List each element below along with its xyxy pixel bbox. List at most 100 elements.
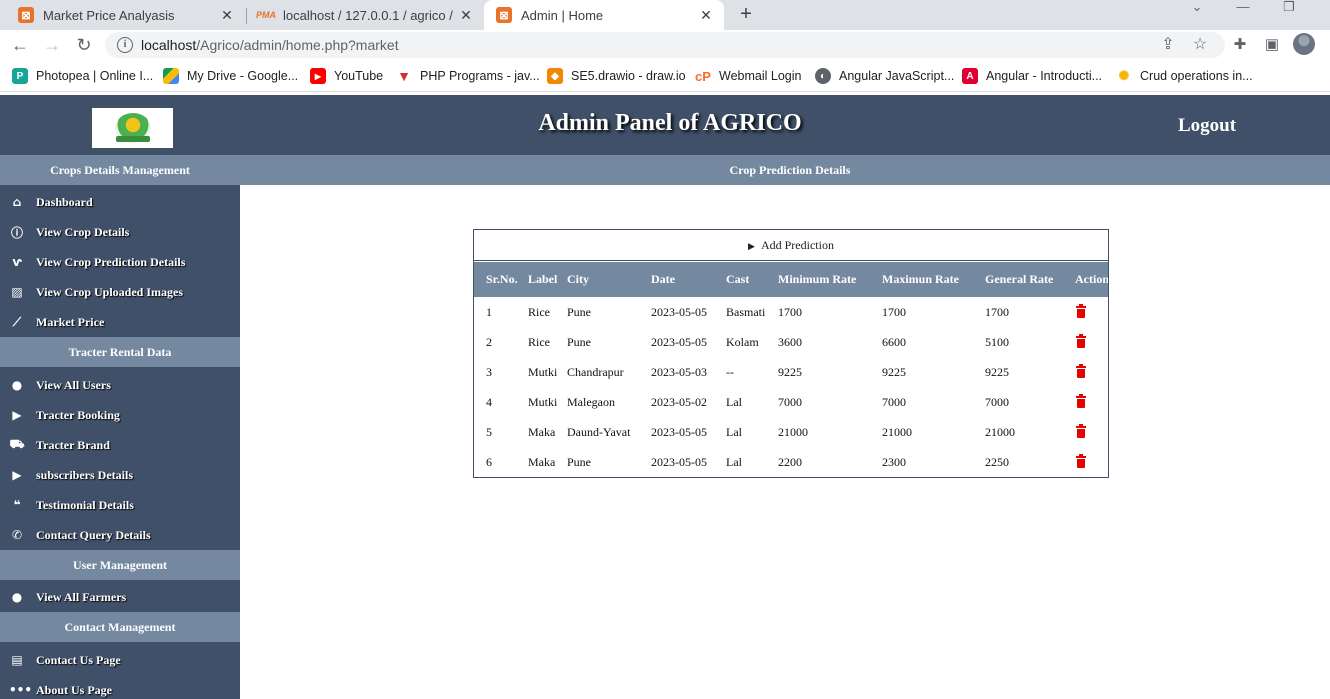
address-bar[interactable]: i localhost/Agrico/admin/home.php?market: [105, 32, 1225, 58]
table-cell: 2023-05-05: [651, 425, 707, 439]
home-icon: ⌂: [12, 195, 22, 209]
sidebar-item-tracter-booking[interactable]: ▶ Tracter Booking: [0, 400, 240, 430]
close-tab-icon[interactable]: ✕: [696, 7, 716, 24]
ellipsis-icon: •••: [9, 683, 33, 697]
site-info-icon[interactable]: i: [117, 37, 133, 53]
table-cell: Maka: [528, 425, 556, 439]
sidebar-item-contact-us[interactable]: ▤ Contact Us Page: [0, 645, 240, 675]
table-cell: 6600: [882, 335, 906, 349]
bookmark-item[interactable]: ✺ Crud operations in...: [1116, 68, 1253, 84]
column-header: Date: [651, 272, 675, 286]
sidebar-item-label: subscribers Details: [36, 467, 133, 482]
back-arrow-icon[interactable]: ←: [8, 33, 32, 57]
sidebar-section-user: User Management: [0, 550, 240, 580]
sidebar-item-label: View Crop Details: [36, 224, 130, 239]
forward-arrow-icon[interactable]: →: [40, 33, 64, 57]
add-prediction-toggle[interactable]: ▶ Add Prediction: [474, 230, 1108, 261]
sidebar-item-label: View All Users: [36, 377, 111, 392]
youtube-icon: ▶: [310, 68, 326, 84]
sidebar-item-view-all-users[interactable]: ● View All Users: [0, 370, 240, 400]
side-panel-icon[interactable]: ▣: [1262, 35, 1282, 53]
logout-link[interactable]: Logout: [1178, 115, 1236, 137]
table-cell: 2023-05-03: [651, 365, 707, 379]
restore-icon[interactable]: ❐: [1274, 0, 1304, 30]
share-icon[interactable]: ⇪: [1158, 34, 1178, 54]
column-header: Minimum Rate: [778, 272, 857, 286]
table-cell: 9225: [985, 365, 1009, 379]
table-cell: 2023-05-05: [651, 455, 707, 469]
extensions-puzzle-icon[interactable]: ✚: [1230, 35, 1250, 53]
sidebar-item-about-us[interactable]: ••• About Us Page: [0, 675, 240, 699]
tab-title: localhost / 127.0.0.1 / agrico / ad: [283, 7, 456, 23]
sidebar-item-contact-query[interactable]: ✆ Contact Query Details: [0, 520, 240, 550]
delete-trash-icon[interactable]: [1076, 364, 1086, 378]
new-tab-plus-icon[interactable]: +: [736, 0, 756, 30]
sidebar-item-view-crop-images[interactable]: ▨ View Crop Uploaded Images: [0, 277, 240, 307]
table-cell: 5: [486, 425, 492, 439]
admin-page: Admin Panel of AGRICO Logout Crop Predic…: [0, 95, 1330, 699]
table-cell: 2023-05-05: [651, 335, 707, 349]
table-row: 1 Rice Pune 2023-05-05 Basmati 1700 1700 1700: [474, 297, 1108, 327]
table-cell: 21000: [778, 425, 808, 439]
bookmark-label: YouTube: [334, 69, 384, 83]
browser-toolbar: ← → ↻ i localhost/Agrico/admin/home.php?…: [0, 30, 1330, 60]
tab-title: Market Price Analyasis: [43, 7, 175, 23]
delete-trash-icon[interactable]: [1076, 304, 1086, 318]
profile-avatar[interactable]: [1293, 33, 1315, 55]
sidebar-item-subscribers[interactable]: ▶ subscribers Details: [0, 460, 240, 490]
sidebar-item-label: View All Farmers: [36, 589, 127, 604]
tab-search-chevron-icon[interactable]: ⌄: [1182, 0, 1212, 30]
bookmark-label: Angular - Introducti...: [986, 69, 1103, 83]
column-header: Maximun Rate: [882, 272, 959, 286]
bookmark-item[interactable]: ◆ SE5.drawio - draw.io: [547, 68, 686, 84]
bookmark-label: My Drive - Google...: [187, 69, 299, 83]
browser-tab[interactable]: ⊠ Market Price Analyasis ✕: [0, 0, 245, 30]
bookmarks-bar: P Photopea | Online I... My Drive - Googl…: [0, 60, 1330, 92]
url-text: localhost/Agrico/admin/home.php?market: [141, 37, 399, 53]
chart-line-icon: ⟋: [12, 314, 22, 329]
bookmark-item[interactable]: My Drive - Google...: [163, 68, 298, 84]
table-cell: 4: [486, 395, 492, 409]
reload-icon[interactable]: ↻: [72, 33, 96, 57]
javatpoint-icon: ▼: [397, 68, 411, 84]
bookmark-label: Webmail Login: [719, 69, 802, 83]
bookmark-item[interactable]: ▼ PHP Programs - jav...: [396, 68, 540, 84]
table-cell: Daund-Yavat: [567, 425, 631, 439]
delete-trash-icon[interactable]: [1076, 334, 1086, 348]
sidebar-item-tracter-brand[interactable]: ⛟ Tracter Brand: [0, 430, 240, 460]
bookmark-star-icon[interactable]: ☆: [1190, 34, 1210, 54]
bookmark-item[interactable]: ▶ YouTube: [310, 68, 383, 84]
close-tab-icon[interactable]: ✕: [217, 7, 237, 24]
browser-tab-active[interactable]: ⊠ Admin | Home ✕: [484, 0, 724, 30]
sidebar-item-testimonials[interactable]: ❝ Testimonial Details: [0, 490, 240, 520]
sidebar-item-dashboard[interactable]: ⌂ Dashboard: [0, 187, 240, 217]
phpmyadmin-icon: PMA: [256, 10, 276, 20]
table-cell: 3: [486, 365, 492, 379]
close-tab-icon[interactable]: ✕: [456, 7, 476, 24]
table-cell: Mutki: [528, 365, 558, 379]
bookmark-item[interactable]: P Photopea | Online I...: [12, 68, 153, 84]
minimize-icon[interactable]: —: [1228, 0, 1258, 30]
delete-trash-icon[interactable]: [1076, 454, 1086, 468]
sidebar-item-market-price[interactable]: ⟋ Market Price: [0, 307, 240, 337]
delete-trash-icon[interactable]: [1076, 424, 1086, 438]
table-cell: --: [726, 365, 734, 379]
sidebar-item-label: Dashboard: [36, 194, 93, 209]
bookmark-label: PHP Programs - jav...: [420, 69, 540, 83]
sidebar-item-view-crop-details[interactable]: ⓘ View Crop Details: [0, 217, 240, 247]
add-prediction-label: Add Prediction: [760, 238, 834, 252]
delete-trash-icon[interactable]: [1076, 394, 1086, 408]
sidebar-item-view-crop-prediction[interactable]: ⱱ View Crop Prediction Details: [0, 247, 240, 277]
sidebar-section-crops: Crops Details Management: [0, 155, 240, 185]
bookmark-item[interactable]: ◐ Angular JavaScript...: [815, 68, 954, 84]
table-cell: Pune: [567, 455, 591, 469]
table-cell: 21000: [882, 425, 912, 439]
bookmark-label: Photopea | Online I...: [36, 69, 154, 83]
bookmark-item[interactable]: cP Webmail Login: [695, 68, 801, 84]
bookmark-item[interactable]: A Angular - Introducti...: [962, 68, 1102, 84]
cpanel-icon: cP: [695, 68, 711, 84]
browser-tab[interactable]: PMA localhost / 127.0.0.1 / agrico / ad …: [246, 0, 484, 30]
table-cell: 9225: [778, 365, 802, 379]
sidebar-item-view-all-farmers[interactable]: ● View All Farmers: [0, 582, 240, 612]
photopea-icon: P: [12, 68, 28, 84]
